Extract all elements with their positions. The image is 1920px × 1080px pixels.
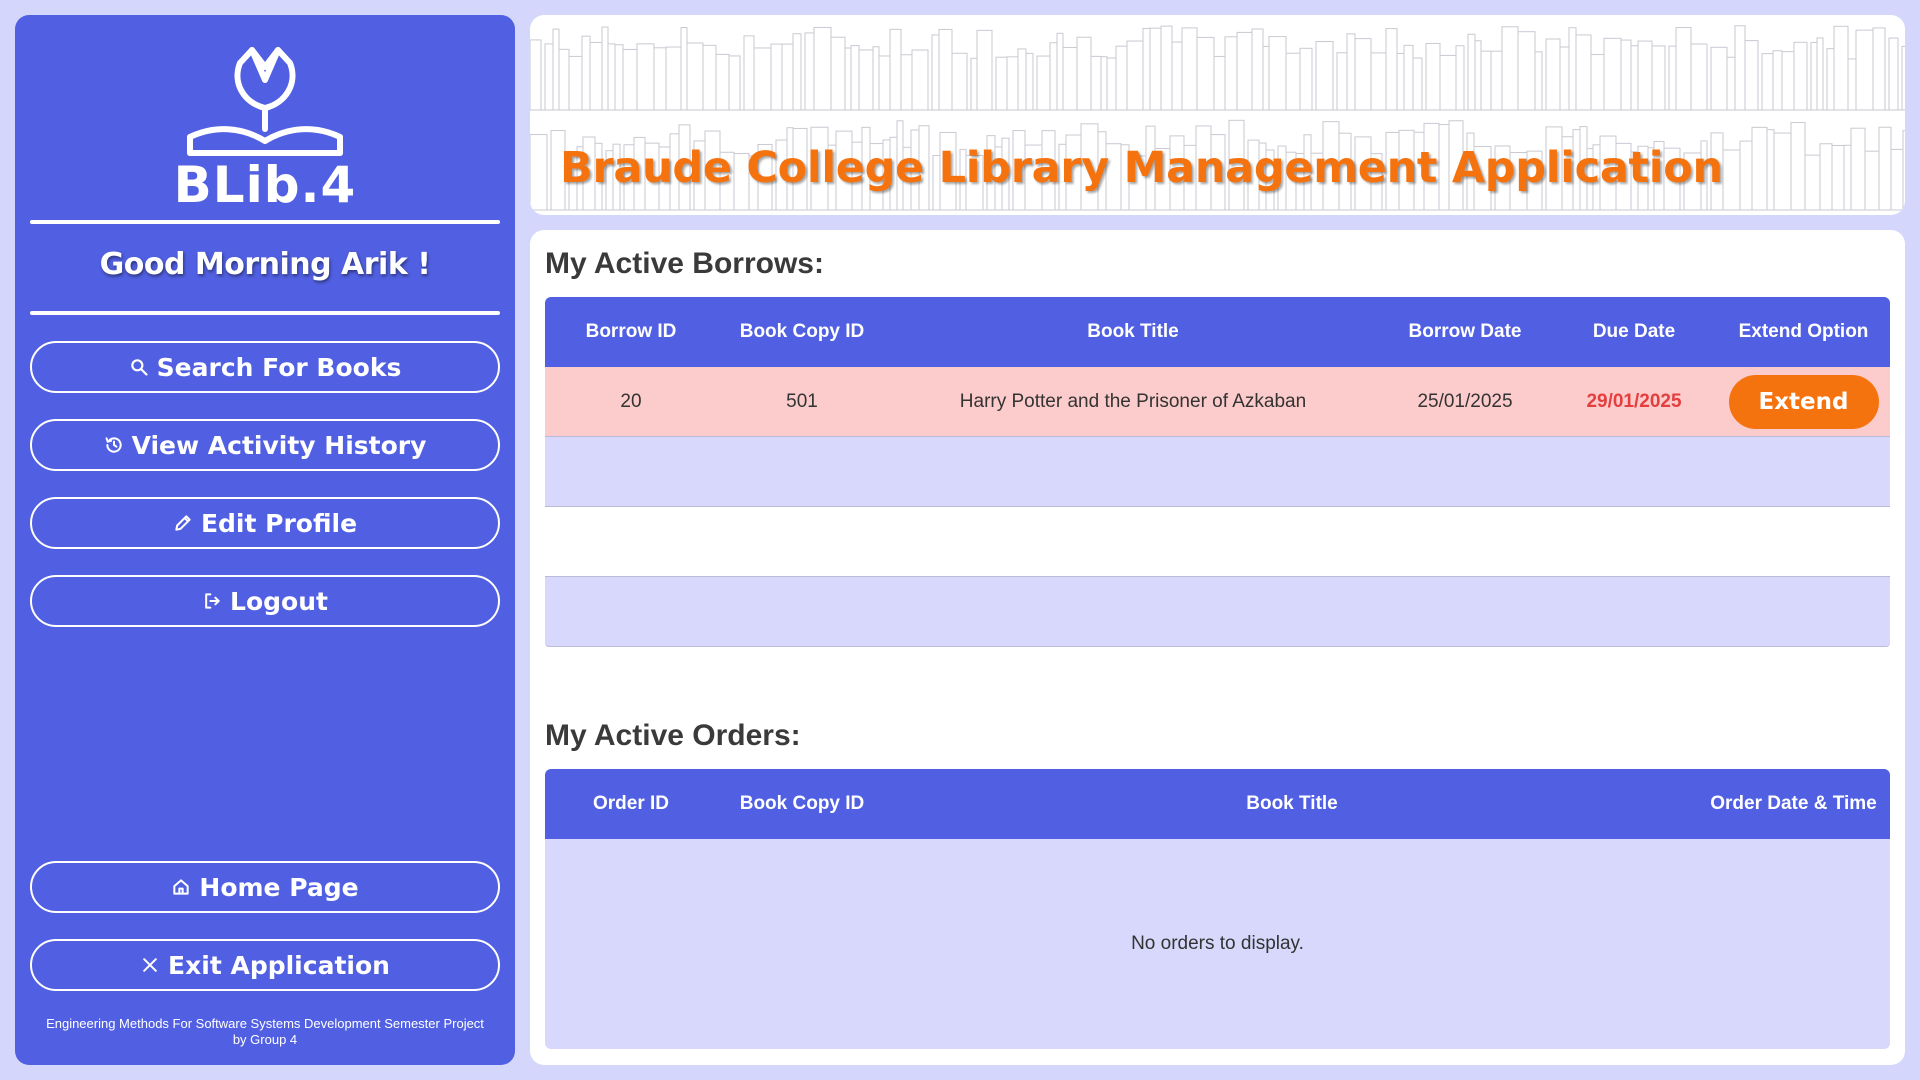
logout-label: Logout [230,586,328,616]
column-header-due-date: Due Date [1592,321,1676,342]
footer-text: Engineering Methods For Software Systems… [15,1016,515,1048]
logo-text: BLib.4 [173,156,357,214]
table-row-empty [545,437,1890,507]
table-row[interactable]: 20 501 Harry Potter and the Prisoner of … [545,367,1890,437]
greeting-text: Good Morning Arik ! [99,247,431,282]
borrow-id-cell: 20 [620,390,642,412]
extend-option-cell: Extend [1717,367,1890,436]
search-books-button[interactable]: Search For Books [30,341,500,393]
app-title: Braude College Library Management Applic… [560,143,1723,193]
table-row-empty [545,507,1890,577]
exit-application-button[interactable]: Exit Application [30,939,500,991]
view-activity-history-button[interactable]: View Activity History [30,419,500,471]
active-borrows-title: My Active Borrows: [545,247,824,280]
book-copy-id-cell: 501 [786,390,818,412]
table-row-empty [545,577,1890,647]
due-date-cell: 29/01/2025 [1586,390,1682,412]
extend-button[interactable]: Extend [1728,374,1879,429]
active-borrows-table: Borrow ID Book Copy ID Book Title Borrow… [545,297,1890,647]
footer-line-2: by Group 4 [232,1032,298,1047]
column-header-book-copy-id: Book Copy ID [739,793,865,814]
column-header-order-id: Order ID [592,793,670,814]
search-books-label: Search For Books [156,352,402,382]
column-header-order-date-time: Order Date & Time [1710,793,1877,814]
table-header: Order ID Book Copy ID Book Title Order D… [545,769,1890,839]
home-page-label: Home Page [199,872,359,902]
table-header: Borrow ID Book Copy ID Book Title Borrow… [545,297,1890,367]
column-header-extend-option: Extend Option [1738,321,1869,342]
edit-profile-button[interactable]: Edit Profile [30,497,500,549]
divider [30,311,500,315]
column-header-borrow-id: Borrow ID [585,321,677,342]
edit-profile-label: Edit Profile [200,508,358,538]
active-orders-title: My Active Orders: [545,719,801,752]
history-icon [105,437,122,453]
borrow-date-cell: 25/01/2025 [1417,390,1513,412]
column-header-book-title: Book Title [1087,321,1179,342]
exit-application-label: Exit Application [168,950,390,980]
home-icon [173,879,190,895]
column-header-borrow-date: Borrow Date [1408,321,1522,342]
search-icon [130,359,148,376]
pencil-icon [175,515,191,531]
main-content: My Active Borrows: Borrow ID Book Copy I… [530,230,1905,1065]
column-header-book-copy-id: Book Copy ID [739,321,865,342]
logout-icon [205,593,220,609]
book-title-cell: Harry Potter and the Prisoner of Azkaban [959,390,1307,412]
active-orders-table: Order ID Book Copy ID Book Title Order D… [545,769,1890,1049]
book-flower-logo-icon [187,47,343,156]
footer-line-1: Engineering Methods For Software Systems… [46,1016,484,1031]
column-header-book-title: Book Title [1246,793,1338,814]
no-orders-text: No orders to display. [1131,933,1304,954]
logout-button[interactable]: Logout [30,575,500,627]
header-banner: Braude College Library Management Applic… [530,15,1905,215]
app-logo: BLib.4 [15,45,515,214]
home-page-button[interactable]: Home Page [30,861,500,913]
view-activity-history-label: View Activity History [131,430,427,460]
orders-empty-state: No orders to display. [545,839,1890,1049]
divider [30,220,500,224]
close-icon [143,958,157,972]
sidebar: BLib.4 Good Morning Arik ! Search For Bo… [15,15,515,1065]
